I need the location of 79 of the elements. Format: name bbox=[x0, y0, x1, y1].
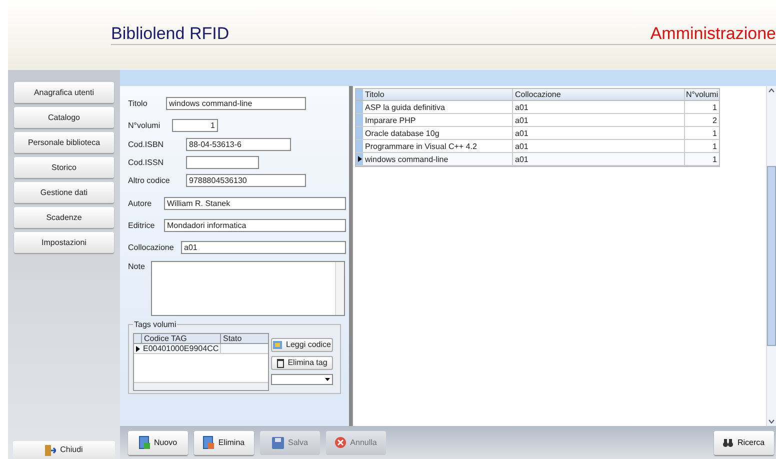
card-icon bbox=[273, 341, 282, 349]
sidebar-button[interactable]: Gestione dati bbox=[14, 182, 114, 203]
sidebar-button[interactable]: Scadenze bbox=[14, 207, 114, 228]
table-cell-text: 2 bbox=[712, 115, 718, 126]
floppy-icon bbox=[272, 436, 284, 448]
sidebar-button[interactable]: Catalogo bbox=[14, 107, 114, 128]
field-label: Note bbox=[128, 261, 145, 273]
row-header[interactable] bbox=[356, 153, 363, 165]
table-row[interactable]: Imparare PHP a01 2 bbox=[356, 114, 719, 127]
sidebar-button[interactable]: Impostazioni bbox=[14, 232, 114, 253]
tag-row[interactable]: E00401000E9904CC bbox=[134, 344, 268, 354]
sidebar-button[interactable]: Personale biblioteca bbox=[14, 132, 114, 153]
dropdown[interactable] bbox=[271, 374, 333, 385]
table-cell: E00401000E9904CC bbox=[142, 344, 221, 353]
field-label: Cod.ISBN bbox=[128, 138, 165, 150]
toolbar-button[interactable]: Elimina bbox=[194, 430, 254, 454]
close-button[interactable]: Chiudi bbox=[13, 441, 115, 459]
field-label: Autore bbox=[128, 198, 153, 210]
text-field[interactable]: William R. Stanek bbox=[164, 197, 346, 210]
column-header: Stato bbox=[222, 334, 243, 343]
table-row[interactable]: Programmare in Visual C++ 4.2 a01 1 bbox=[356, 140, 719, 153]
text-field[interactable]: 88-04-53613-6 bbox=[186, 138, 291, 151]
table-cell: Programmare in Visual C++ 4.2 bbox=[363, 140, 513, 152]
table-cell: windows command-line bbox=[363, 153, 513, 165]
text-field[interactable]: a01 bbox=[181, 241, 346, 254]
group-title: Tags volumi bbox=[133, 319, 178, 331]
column-header: N°volumi bbox=[685, 89, 719, 100]
table-cell: a01 bbox=[513, 114, 685, 126]
scroll-thumb[interactable] bbox=[767, 166, 776, 346]
table-cell: a01 bbox=[513, 127, 685, 139]
column-header: Collocazione bbox=[513, 89, 685, 100]
table-cell: a01 bbox=[513, 140, 685, 152]
scrollbar[interactable] bbox=[766, 86, 776, 426]
toolbar-button[interactable]: Nuovo bbox=[128, 430, 188, 454]
table-row[interactable]: windows command-line a01 1 bbox=[356, 153, 719, 166]
scrollbar[interactable] bbox=[334, 262, 344, 315]
table-cell: Imparare PHP bbox=[363, 114, 513, 126]
table-cell-text: 1 bbox=[712, 102, 718, 113]
table-cell: Oracle database 10g bbox=[363, 127, 513, 139]
scroll-up-icon bbox=[767, 86, 776, 94]
field-label: Cod.ISSN bbox=[128, 156, 165, 168]
document-icon bbox=[138, 436, 150, 449]
field-label: Altro codice bbox=[128, 174, 171, 186]
app-title: Bibliolend RFID bbox=[111, 25, 230, 42]
column-header: Titolo bbox=[363, 89, 513, 100]
row-pointer-icon bbox=[136, 346, 140, 352]
column-header: Codice TAG bbox=[142, 334, 221, 343]
table-cell-text: 1 bbox=[712, 141, 718, 152]
binoculars-icon bbox=[723, 438, 734, 446]
scrollbar[interactable] bbox=[134, 382, 268, 390]
field-label: Collocazione bbox=[128, 242, 175, 254]
field-label: N°volumi bbox=[128, 120, 162, 132]
section-title: Amministrazione bbox=[650, 25, 776, 42]
sidebar-button[interactable]: Anagrafica utenti bbox=[14, 82, 114, 103]
field-label: Titolo bbox=[128, 98, 148, 110]
door-icon bbox=[45, 444, 56, 456]
text-field[interactable]: 9788804536130 bbox=[186, 174, 306, 187]
trash-icon bbox=[276, 358, 284, 368]
table-cell: ASP la guida definitiva bbox=[363, 101, 513, 113]
table-cell-text: 1 bbox=[712, 154, 718, 165]
tag-button[interactable]: Leggi codice bbox=[271, 338, 333, 352]
search-button[interactable]: Ricerca bbox=[714, 430, 774, 454]
document-icon bbox=[203, 436, 214, 449]
row-pointer-icon bbox=[358, 156, 362, 162]
table-row[interactable]: Oracle database 10g a01 1 bbox=[356, 127, 719, 140]
table-cell-text: 1 bbox=[712, 128, 718, 139]
text-field[interactable] bbox=[186, 156, 259, 169]
field-label: Editrice bbox=[128, 220, 156, 232]
text-field[interactable]: 1 bbox=[172, 119, 218, 132]
tag-button[interactable]: Elimina tag bbox=[271, 356, 333, 370]
table-cell: a01 bbox=[513, 101, 685, 113]
sidebar-button[interactable]: Storico bbox=[14, 157, 114, 178]
table-row[interactable]: ASP la guida definitiva a01 1 bbox=[356, 101, 719, 114]
text-field[interactable]: Mondadori informatica bbox=[164, 219, 346, 232]
table-cell: a01 bbox=[513, 153, 685, 165]
cancel-icon bbox=[335, 437, 346, 448]
scroll-down-icon bbox=[767, 418, 776, 426]
text-field[interactable]: windows command-line bbox=[166, 97, 306, 110]
note-field[interactable] bbox=[150, 261, 345, 316]
